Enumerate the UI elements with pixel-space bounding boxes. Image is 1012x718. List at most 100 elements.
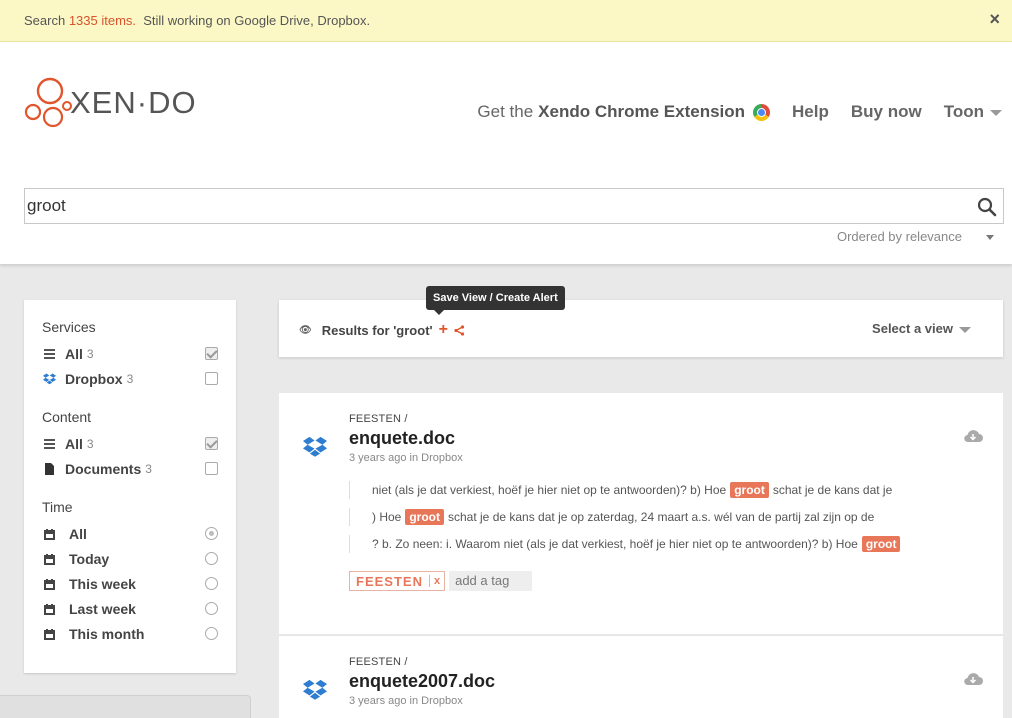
filter-label: Last week	[69, 601, 136, 617]
filter-time-today[interactable]: Today	[42, 549, 218, 569]
filter-label: All	[69, 526, 87, 542]
radio-button[interactable]	[205, 602, 218, 615]
close-icon[interactable]: ×	[989, 9, 1000, 30]
filter-label: Today	[69, 551, 110, 567]
snippet-text: schat je de kans dat je	[772, 483, 893, 497]
logo-wordmark: XEN·DO	[70, 85, 197, 120]
snippet-text: ? b. Zo neen: i. Waarom niet (als je dat…	[372, 537, 858, 551]
filter-count: 3	[145, 462, 152, 476]
filter-label: All	[65, 436, 83, 452]
sort-order-select[interactable]: Ordered by relevance	[837, 229, 994, 244]
results-summary: 👁 Results for 'groot' +	[299, 321, 465, 339]
sidebar-footer-tab	[0, 695, 251, 718]
checkbox[interactable]	[205, 347, 218, 360]
top-nav: Get the Xendo Chrome Extension Help Buy …	[477, 100, 1002, 124]
filter-label: This month	[69, 626, 145, 642]
logo-circles-icon	[24, 77, 72, 128]
tag-chip[interactable]: FEESTEN x	[349, 571, 446, 591]
services-title: Services	[42, 319, 96, 335]
result-snippet: niet (als je dat verkiest, hoëf je hier …	[349, 481, 892, 499]
remove-tag-icon[interactable]: x	[428, 575, 444, 587]
highlight-term: groot	[405, 509, 444, 525]
search-input[interactable]	[25, 189, 955, 223]
notice-item-count: 1335 items.	[68, 13, 137, 28]
ext-name: Xendo Chrome Extension	[538, 102, 746, 121]
snippet-text: niet (als je dat verkiest, hoëf je hier …	[372, 483, 727, 497]
filter-label: Dropbox	[65, 371, 123, 387]
tag-label: FEESTEN	[356, 573, 423, 589]
calendar-icon	[42, 602, 56, 616]
select-view-dropdown[interactable]: Select a view	[872, 321, 971, 336]
eye-icon: 👁	[299, 324, 312, 336]
sort-order-label: Ordered by relevance	[836, 229, 962, 244]
filter-time-this-week[interactable]: This week	[42, 574, 218, 594]
dropbox-icon	[303, 679, 327, 700]
radio-button[interactable]	[205, 552, 218, 565]
calendar-icon	[42, 577, 56, 591]
user-menu[interactable]: Toon	[944, 102, 1002, 122]
notice-suffix: Still working on Google Drive, Dropbox.	[136, 13, 371, 28]
filter-service-dropbox[interactable]: Dropbox 3	[42, 369, 218, 389]
dropbox-icon	[42, 372, 56, 386]
tag-row: FEESTEN x add a tag	[349, 571, 533, 591]
highlight-term: groot	[730, 482, 769, 498]
radio-button[interactable]	[205, 627, 218, 640]
user-name: Toon	[943, 102, 984, 121]
chrome-icon	[753, 103, 771, 121]
result-folder[interactable]: FEESTEN /	[349, 413, 408, 425]
xendo-logo[interactable]: XEN·DO	[24, 76, 196, 132]
filter-time-last-week[interactable]: Last week	[42, 599, 218, 619]
chevron-down-icon	[986, 235, 994, 240]
calendar-icon	[42, 627, 56, 641]
checkbox[interactable]	[205, 372, 218, 385]
filter-time-all[interactable]: All	[42, 524, 218, 544]
add-tag-input[interactable]: add a tag	[449, 571, 533, 591]
results-header: 👁 Results for 'groot' + Select a view	[279, 300, 1003, 357]
chevron-down-icon	[959, 326, 971, 333]
result-card: FEESTEN / enquete2007.doc 3 years ago in…	[279, 635, 1003, 718]
dropbox-icon	[303, 436, 327, 457]
filter-content-documents[interactable]: Documents 3	[42, 459, 218, 479]
filter-label: All	[65, 346, 83, 362]
filter-service-all[interactable]: All 3	[42, 344, 218, 364]
notice-text: Search 1335 items. Still working on Goog…	[24, 13, 370, 28]
save-view-plus-icon[interactable]: +	[439, 321, 448, 339]
buy-now-link[interactable]: Buy now	[851, 102, 922, 122]
snippet-text: schat je de kans dat je op zaterdag, 24 …	[448, 510, 875, 524]
list-icon	[42, 347, 56, 361]
calendar-icon	[42, 527, 56, 541]
cloud-download-icon[interactable]	[963, 672, 983, 686]
checkbox[interactable]	[205, 462, 218, 475]
ext-prefix: Get the	[477, 102, 534, 121]
list-icon	[42, 437, 56, 451]
highlight-term: groot	[861, 536, 901, 552]
filter-time-this-month[interactable]: This month	[42, 624, 218, 644]
help-link[interactable]: Help	[792, 102, 829, 122]
chevron-down-icon	[990, 110, 1002, 116]
radio-button[interactable]	[205, 577, 218, 590]
chrome-extension-link[interactable]: Get the Xendo Chrome Extension	[477, 102, 771, 122]
filter-count: 3	[86, 347, 94, 361]
time-title: Time	[42, 499, 73, 515]
checkbox[interactable]	[205, 437, 218, 450]
filter-content-all[interactable]: All 3	[42, 434, 218, 454]
result-card: FEESTEN / enquete.doc 3 years ago in Dro…	[279, 393, 1003, 634]
notice-prefix: Search	[24, 13, 69, 28]
share-icon[interactable]	[454, 324, 465, 336]
result-snippet: ? b. Zo neen: i. Waarom niet (als je dat…	[349, 535, 904, 553]
radio-button[interactable]	[205, 527, 218, 540]
filter-count: 3	[86, 437, 94, 451]
filter-sidebar: Services All 3 Dropbox 3 Content All 3 D…	[24, 300, 236, 673]
result-title[interactable]: enquete.doc	[349, 428, 455, 449]
cloud-download-icon[interactable]	[963, 429, 983, 443]
filter-label: Documents	[65, 461, 142, 477]
result-folder[interactable]: FEESTEN /	[349, 656, 408, 668]
result-title[interactable]: enquete2007.doc	[349, 671, 495, 692]
result-meta: 3 years ago in Dropbox	[349, 695, 463, 707]
filter-label: This week	[69, 576, 136, 592]
search-box	[24, 188, 1004, 224]
search-icon[interactable]	[977, 197, 997, 217]
status-notice-bar: Search 1335 items. Still working on Goog…	[0, 0, 1012, 42]
results-label: Results for 'groot'	[321, 322, 433, 338]
result-snippet: ) Hoe groot schat je de kans dat je op zat…	[349, 508, 874, 526]
